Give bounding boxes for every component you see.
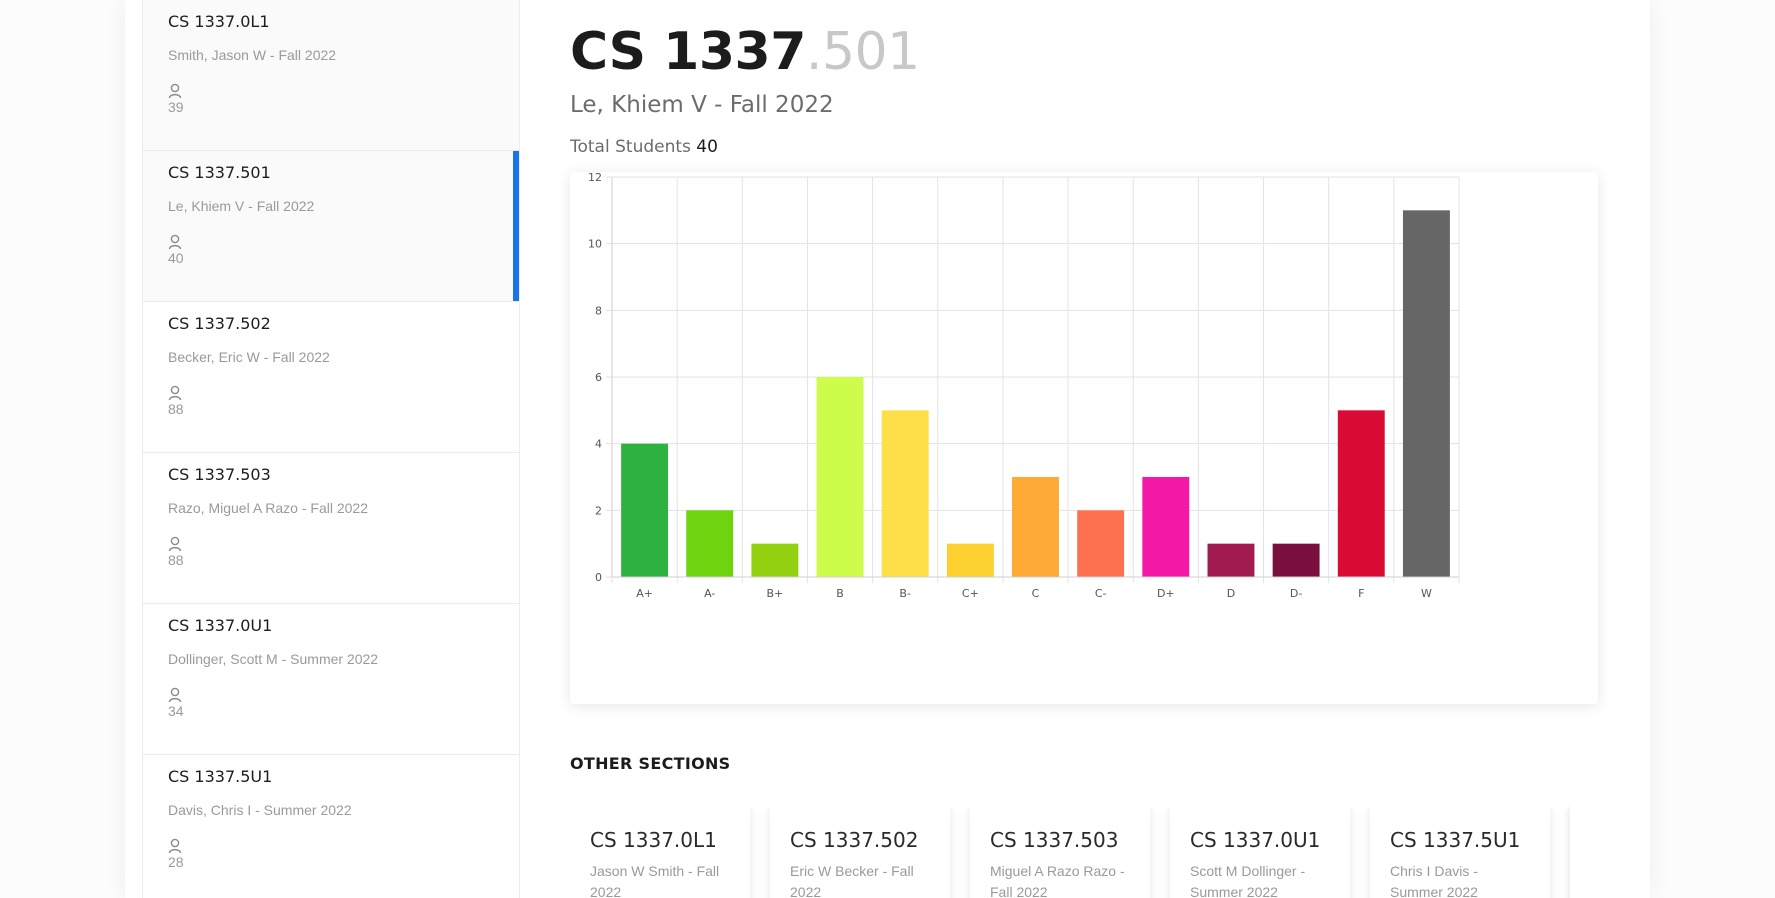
other-section-card[interactable]: CS 1337.5U1 Chris I Davis - Summer 2022 bbox=[1370, 806, 1550, 898]
grade-distribution-chart: 0 2 4 6 8 10 12 A+ A- B+ B B- C+ C C- D+ D D- F W bbox=[570, 172, 1598, 704]
section-student-count: 28 bbox=[168, 854, 184, 870]
person-icon bbox=[168, 83, 182, 99]
bar-F bbox=[1337, 410, 1385, 577]
section-student-count: 40 bbox=[168, 250, 184, 266]
x-tick-label: B- bbox=[899, 587, 911, 600]
x-tick-label: W bbox=[1421, 587, 1432, 600]
section-student-count: 88 bbox=[168, 401, 184, 417]
other-section-code: CS 1337.502 bbox=[790, 828, 919, 852]
x-tick-label: C+ bbox=[962, 587, 979, 600]
y-tick-label: 10 bbox=[588, 238, 602, 251]
other-section-instructor: Eric W Becker - Fall 2022 bbox=[790, 863, 914, 898]
section-student-count: 39 bbox=[168, 99, 184, 115]
other-section-card[interactable]: CS 1337.0U1 Scott M Dollinger - Summer 2… bbox=[1170, 806, 1350, 898]
x-tick-label: A+ bbox=[636, 587, 653, 600]
section-code: CS 1337.0U1 bbox=[168, 616, 273, 635]
other-section-code: CS 1337.0L1 bbox=[590, 828, 717, 852]
section-code: CS 1337.5U1 bbox=[168, 767, 273, 786]
section-instructor-term: Becker, Eric W - Fall 2022 bbox=[168, 349, 330, 365]
other-section-card[interactable]: CS 1337.503 Miguel A Razo Razo - Fall 20… bbox=[970, 806, 1150, 898]
section-instructor-term: Razo, Miguel A Razo - Fall 2022 bbox=[168, 500, 368, 516]
bar-D+ bbox=[1142, 477, 1190, 577]
bar-C bbox=[1012, 477, 1059, 577]
sidebar-section-item[interactable]: CS 1337.0L1 Smith, Jason W - Fall 2022 3… bbox=[143, 0, 519, 151]
y-tick-label: 12 bbox=[588, 172, 602, 184]
other-sections-heading: OTHER SECTIONS bbox=[570, 754, 731, 773]
other-section-code: CS 1337.503 bbox=[990, 828, 1119, 852]
x-tick-label: C bbox=[1032, 587, 1040, 600]
person-icon bbox=[168, 536, 182, 552]
section-instructor-term: Le, Khiem V - Fall 2022 bbox=[168, 198, 315, 214]
sidebar-section-item[interactable]: CS 1337.5U1 Davis, Chris I - Summer 2022… bbox=[143, 755, 519, 898]
total-students-value: 40 bbox=[696, 137, 718, 157]
section-code: CS 1337.501 bbox=[168, 163, 271, 182]
other-section-card[interactable]: CS 1337.0L1 Jason W Smith - Fall 2022 bbox=[570, 806, 750, 898]
x-tick-label: C- bbox=[1095, 587, 1107, 600]
section-instructor-term: Smith, Jason W - Fall 2022 bbox=[168, 47, 337, 63]
bar-C+ bbox=[946, 543, 994, 577]
section-student-count: 88 bbox=[168, 552, 184, 568]
other-sections-row: CS 1337.0L1 Jason W Smith - Fall 2022 CS… bbox=[570, 806, 1590, 898]
section-code: CS 1337.502 bbox=[168, 314, 271, 333]
y-tick-label: 0 bbox=[595, 571, 602, 584]
sidebar-section-item[interactable]: CS 1337.0U1 Dollinger, Scott M - Summer … bbox=[143, 604, 519, 755]
active-indicator bbox=[513, 151, 519, 301]
x-tick-label: D- bbox=[1290, 587, 1302, 600]
instructor-term: Le, Khiem V - Fall 2022 bbox=[570, 92, 834, 118]
bar-A- bbox=[686, 510, 734, 577]
total-students: Total Students 40 bbox=[570, 137, 718, 157]
person-icon bbox=[168, 687, 182, 703]
bar-B+ bbox=[751, 543, 799, 577]
x-tick-label: B+ bbox=[767, 587, 784, 600]
sidebar-section-item[interactable]: CS 1337.502 Becker, Eric W - Fall 2022 8… bbox=[143, 302, 519, 453]
x-tick-label: D+ bbox=[1157, 587, 1175, 600]
bar-D- bbox=[1272, 543, 1320, 577]
y-tick-label: 4 bbox=[595, 438, 602, 451]
page-title: CS 1337.501 bbox=[570, 22, 920, 82]
section-instructor-term: Dollinger, Scott M - Summer 2022 bbox=[168, 651, 379, 667]
bar-W bbox=[1402, 210, 1450, 578]
other-section-instructor: Chris I Davis - Summer 2022 bbox=[1390, 863, 1478, 898]
person-icon bbox=[168, 838, 182, 854]
next-card-edge bbox=[1570, 806, 1590, 898]
y-tick-label: 6 bbox=[595, 371, 602, 384]
other-section-card[interactable]: CS 1337.502 Eric W Becker - Fall 2022 bbox=[770, 806, 950, 898]
sections-sidebar: CS 1337.0L1 Smith, Jason W - Fall 2022 3… bbox=[142, 0, 520, 898]
total-students-label: Total Students bbox=[570, 137, 691, 157]
other-section-code: CS 1337.0U1 bbox=[1190, 828, 1321, 852]
sidebar-section-item[interactable]: CS 1337.503 Razo, Miguel A Razo - Fall 2… bbox=[143, 453, 519, 604]
section-code: CS 1337.0L1 bbox=[168, 12, 270, 31]
x-tick-label: A- bbox=[704, 587, 715, 600]
main-panel: CS 1337.501 Le, Khiem V - Fall 2022 Tota… bbox=[568, 0, 1608, 898]
x-tick-label: F bbox=[1358, 587, 1364, 600]
person-icon bbox=[168, 234, 182, 250]
bar-B- bbox=[881, 410, 929, 577]
section-code: CS 1337.503 bbox=[168, 465, 271, 484]
other-section-instructor: Jason W Smith - Fall 2022 bbox=[590, 863, 720, 898]
section-number: .501 bbox=[805, 22, 920, 82]
y-tick-label: 2 bbox=[595, 504, 602, 517]
bar-C- bbox=[1077, 510, 1125, 577]
other-section-instructor: Miguel A Razo Razo - Fall 2022 bbox=[990, 863, 1125, 898]
section-student-count: 34 bbox=[168, 703, 184, 719]
x-tick-label: D bbox=[1227, 587, 1235, 600]
person-icon bbox=[168, 385, 182, 401]
sidebar-section-item[interactable]: CS 1337.501 Le, Khiem V - Fall 2022 40 bbox=[143, 151, 519, 302]
chart-svg: 0 2 4 6 8 10 12 A+ A- B+ B B- C+ C C- D+ D D- F W bbox=[588, 172, 1460, 600]
course-code: CS 1337 bbox=[570, 22, 806, 82]
section-instructor-term: Davis, Chris I - Summer 2022 bbox=[168, 802, 352, 818]
y-tick-label: 8 bbox=[595, 304, 602, 317]
other-section-instructor: Scott M Dollinger - Summer 2022 bbox=[1190, 863, 1306, 898]
bar-A+ bbox=[621, 443, 669, 577]
other-section-code: CS 1337.5U1 bbox=[1390, 828, 1521, 852]
bar-B bbox=[816, 377, 864, 577]
x-tick-label: B bbox=[836, 587, 844, 600]
bar-D bbox=[1207, 543, 1255, 577]
